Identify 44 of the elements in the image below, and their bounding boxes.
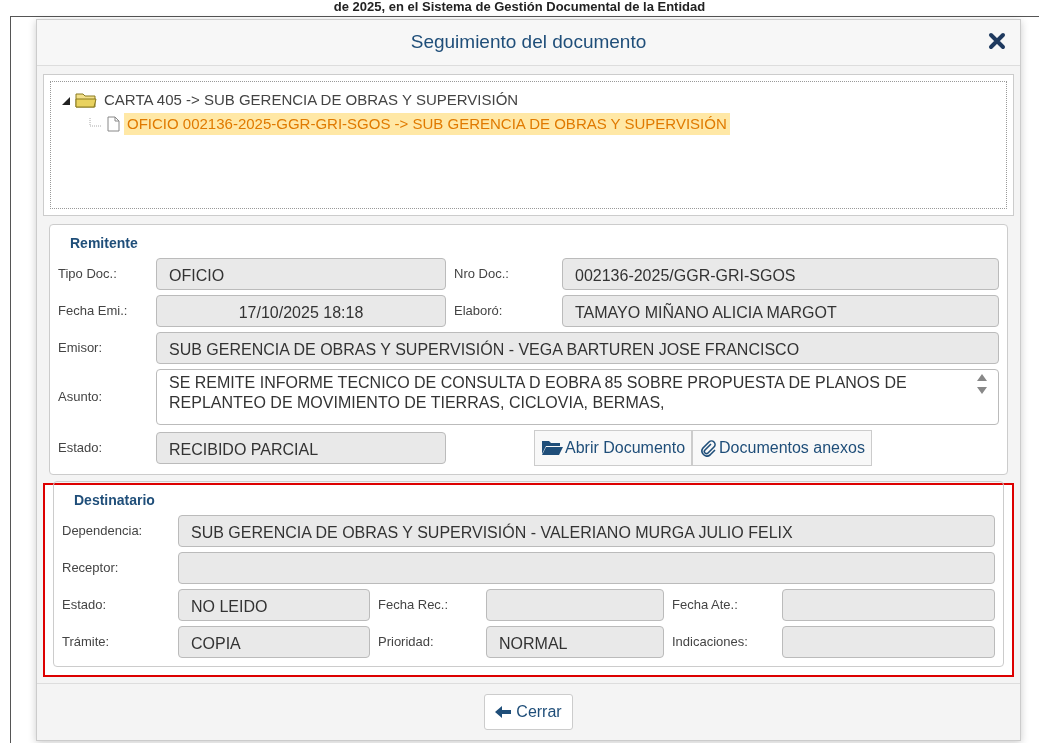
field-label: Fecha Emi.:	[58, 302, 129, 321]
field-label: Receptor:	[62, 559, 120, 578]
text-field[interactable]: 002136-2025/GGR-GRI-SGOS	[562, 258, 999, 290]
field-label: Emisor:	[58, 339, 104, 358]
tree-connector-line	[89, 118, 103, 130]
text-field[interactable]	[782, 626, 995, 658]
text-field[interactable]: TAMAYO MIÑANO ALICIA MARGOT	[562, 295, 999, 327]
field-label: Fecha Rec.:	[378, 596, 450, 615]
text-field[interactable]: 17/10/2025 18:18	[156, 295, 446, 327]
paperclip-icon	[699, 439, 718, 457]
text-field[interactable]	[178, 552, 995, 584]
field-label: Tipo Doc.:	[58, 265, 118, 284]
tree-node-label[interactable]: CARTA 405 -> SUB GERENCIA DE OBRAS Y SUPERVISIÓN	[101, 88, 522, 112]
scroll-arrows-icon	[976, 373, 988, 395]
text-field[interactable]: SUB GERENCIA DE OBRAS Y SUPERVISIÓN - VALERIANO MURGA JULIO FELIX	[178, 515, 995, 547]
open-document-button[interactable]: Abrir Documento	[534, 430, 693, 466]
field-label: Estado:	[62, 596, 108, 615]
text-field[interactable]: OFICIO	[156, 258, 446, 290]
file-icon	[107, 116, 120, 132]
field-label: Dependencia:	[62, 522, 144, 541]
text-field[interactable]: RECIBIDO PARCIAL	[156, 432, 446, 464]
page-heading: de 2025, en el Sistema de Gestión Documental de la Entidad	[332, 0, 707, 16]
text-field[interactable]: SUB GERENCIA DE OBRAS Y SUPERVISIÓN - VEGA BARTUREN JOSE FRANCISCO	[156, 332, 999, 364]
close-button[interactable]	[988, 32, 1006, 50]
text-field[interactable]: NORMAL	[486, 626, 664, 658]
field-label: Indicaciones:	[672, 633, 749, 652]
field-label: Asunto:	[58, 388, 104, 407]
text-field[interactable]	[486, 589, 664, 621]
folder-icon	[75, 92, 97, 108]
field-label: Prioridad:	[378, 633, 435, 652]
field-label: Nro Doc.:	[454, 265, 510, 284]
folder-icon	[541, 440, 563, 456]
field-label: Fecha Ate.:	[672, 596, 739, 615]
field-label: Trámite:	[62, 633, 111, 652]
text-field[interactable]: NO LEIDO	[178, 589, 370, 621]
text-field[interactable]: COPIA	[178, 626, 370, 658]
arrow-left-icon	[495, 706, 512, 718]
modal-title: Seguimiento del documento	[410, 30, 647, 55]
close-dialog-button[interactable]: Cerrar	[484, 694, 573, 730]
field-label: Elaboró:	[454, 302, 504, 321]
textarea-field[interactable]: SE REMITE INFORME TECNICO DE CONSULTA D EOBRA 85 SOBRE PROPUESTA DE PLANOS DE REPLANTEO DE MOVIMIENTO DE TIERRAS, CICLOVIA, BERMAS,	[156, 369, 999, 425]
field-label: Estado:	[58, 439, 104, 458]
text-field[interactable]	[782, 589, 995, 621]
attachments-button[interactable]: Documentos anexos	[692, 430, 872, 466]
